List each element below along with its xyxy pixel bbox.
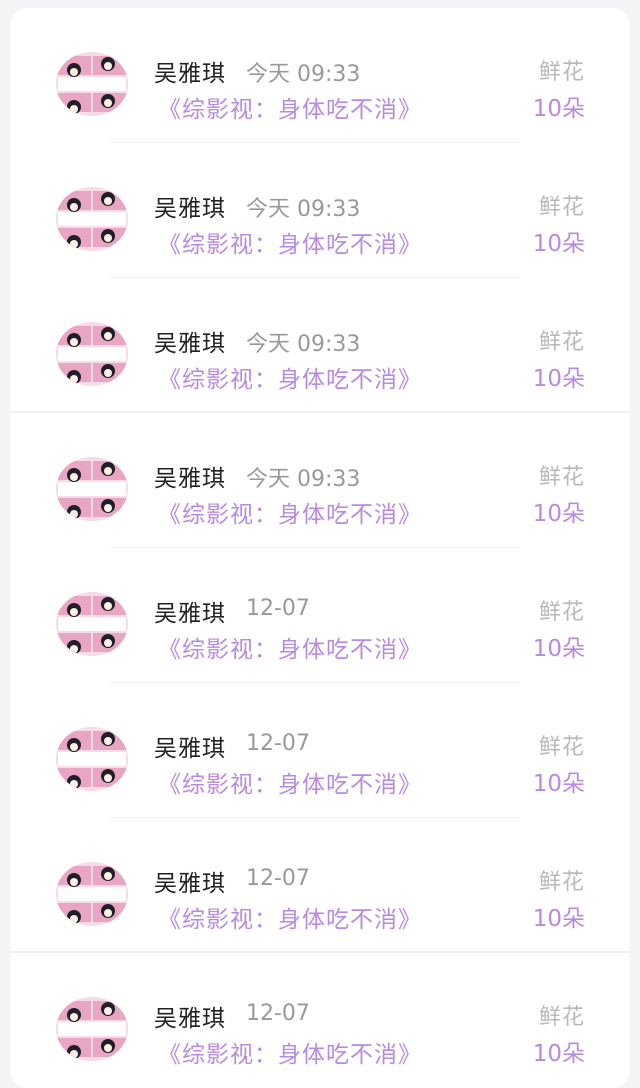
list-item[interactable]: 吴雅琪 今天 09:33 《综影视：身体吃不消》 鲜花 10朵 [10, 278, 630, 413]
book-title-link[interactable]: 《综影视：身体吃不消》 [158, 495, 422, 529]
avatar[interactable] [56, 862, 128, 926]
avatar[interactable] [56, 52, 128, 116]
list-item[interactable]: 吴雅琪 今天 09:33 《综影视：身体吃不消》 鲜花 10朵 [10, 8, 630, 143]
gift-type: 鲜花 [538, 870, 585, 895]
avatar[interactable] [56, 457, 128, 521]
avatar[interactable] [56, 322, 128, 386]
book-title-link[interactable]: 《综影视：身体吃不消》 [158, 900, 422, 934]
gift-type: 鲜花 [538, 60, 585, 85]
timestamp: 12-07 [246, 731, 310, 756]
timestamp: 今天 09:33 [246, 62, 361, 87]
book-title-link[interactable]: 《综影视：身体吃不消》 [158, 225, 422, 259]
gift-list: 吴雅琪 今天 09:33 《综影视：身体吃不消》 鲜花 10朵 吴雅琪 今天 0… [10, 8, 630, 1088]
list-item[interactable]: 吴雅琪 12-07 《综影视：身体吃不消》 鲜花 10朵 [10, 953, 630, 1088]
book-title-link[interactable]: 《综影视：身体吃不消》 [158, 90, 422, 124]
book-title-link[interactable]: 《综影视：身体吃不消》 [158, 1035, 422, 1069]
cartoon-girl-avatar-icon [56, 52, 128, 116]
timestamp: 今天 09:33 [246, 332, 361, 357]
gift-type: 鲜花 [538, 465, 585, 490]
user-name[interactable]: 吴雅琪 [154, 324, 226, 358]
cartoon-girl-avatar-icon [56, 727, 128, 791]
avatar[interactable] [56, 727, 128, 791]
timestamp: 今天 09:33 [246, 467, 361, 492]
cartoon-girl-avatar-icon [56, 322, 128, 386]
book-title-link[interactable]: 《综影视：身体吃不消》 [158, 360, 422, 394]
timestamp: 今天 09:33 [246, 197, 361, 222]
cartoon-girl-avatar-icon [56, 187, 128, 251]
cartoon-girl-avatar-icon [56, 592, 128, 656]
timestamp: 12-07 [246, 866, 310, 891]
gift-count: 10朵 [532, 96, 585, 122]
gift-count: 10朵 [532, 771, 585, 797]
avatar[interactable] [56, 187, 128, 251]
list-item[interactable]: 吴雅琪 12-07 《综影视：身体吃不消》 鲜花 10朵 [10, 818, 630, 953]
timestamp: 12-07 [246, 1001, 310, 1026]
gift-count: 10朵 [532, 501, 585, 527]
gift-type: 鲜花 [538, 600, 585, 625]
book-title-link[interactable]: 《综影视：身体吃不消》 [158, 630, 422, 664]
avatar[interactable] [56, 997, 128, 1061]
user-name[interactable]: 吴雅琪 [154, 999, 226, 1033]
gift-type: 鲜花 [538, 1005, 585, 1030]
cartoon-girl-avatar-icon [56, 997, 128, 1061]
gift-count: 10朵 [532, 906, 585, 932]
user-name[interactable]: 吴雅琪 [154, 54, 226, 88]
list-item[interactable]: 吴雅琪 12-07 《综影视：身体吃不消》 鲜花 10朵 [10, 548, 630, 683]
user-name[interactable]: 吴雅琪 [154, 594, 226, 628]
gift-count: 10朵 [532, 366, 585, 392]
user-name[interactable]: 吴雅琪 [154, 729, 226, 763]
user-name[interactable]: 吴雅琪 [154, 189, 226, 223]
gift-type: 鲜花 [538, 735, 585, 760]
list-item[interactable]: 吴雅琪 12-07 《综影视：身体吃不消》 鲜花 10朵 [10, 683, 630, 818]
user-name[interactable]: 吴雅琪 [154, 864, 226, 898]
cartoon-girl-avatar-icon [56, 457, 128, 521]
gift-count: 10朵 [532, 1041, 585, 1067]
cartoon-girl-avatar-icon [56, 862, 128, 926]
list-item[interactable]: 吴雅琪 今天 09:33 《综影视：身体吃不消》 鲜花 10朵 [10, 413, 630, 548]
user-name[interactable]: 吴雅琪 [154, 459, 226, 493]
gift-count: 10朵 [532, 636, 585, 662]
avatar[interactable] [56, 592, 128, 656]
gift-type: 鲜花 [538, 195, 585, 220]
timestamp: 12-07 [246, 596, 310, 621]
book-title-link[interactable]: 《综影视：身体吃不消》 [158, 765, 422, 799]
list-item[interactable]: 吴雅琪 今天 09:33 《综影视：身体吃不消》 鲜花 10朵 [10, 143, 630, 278]
gift-type: 鲜花 [538, 330, 585, 355]
gift-count: 10朵 [532, 231, 585, 257]
